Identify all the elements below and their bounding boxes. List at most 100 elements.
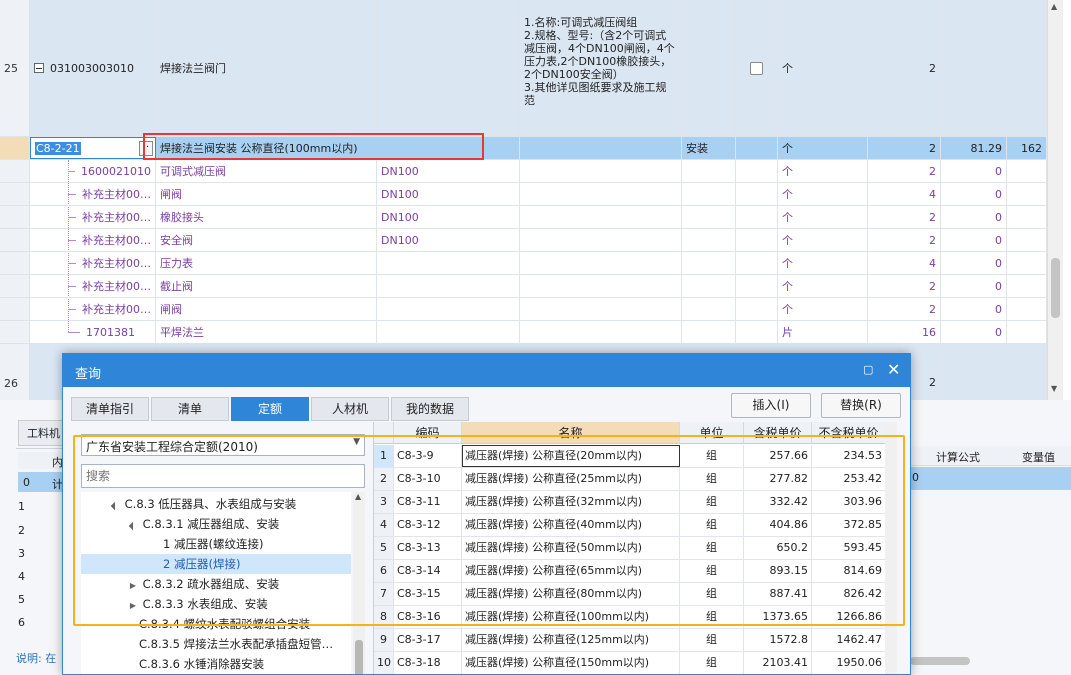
material-unit: 个 (778, 298, 868, 320)
item-code-cell[interactable]: 031003003010 (30, 0, 156, 136)
quota-total: 162 (1007, 137, 1047, 159)
material-name[interactable]: 压力表 (156, 252, 377, 274)
variable-header: 变量值 (1022, 451, 1055, 464)
tab-my-data[interactable]: 我的数据 (391, 397, 469, 421)
formula-value: 0 (912, 471, 919, 484)
row-number: 25 (0, 0, 30, 136)
material-value: 0 (941, 252, 1007, 274)
material-row[interactable]: 补充主材00… 压力表 个 4 0 (0, 252, 1047, 275)
item-checkbox[interactable] (750, 61, 763, 75)
material-code: 补充主材00… (82, 234, 151, 247)
material-spec[interactable]: DN100 (377, 229, 520, 251)
dialog-title-bar[interactable]: 查询 ▢ ✕ (63, 354, 910, 387)
horizontal-scrollbar[interactable] (910, 657, 970, 665)
quota-code-cell[interactable]: C8-2-21 ·· (30, 137, 156, 159)
tree-node[interactable]: C.8.3.5 焊接法兰水表配承插盘短管… (81, 634, 351, 654)
scroll-down-icon[interactable]: ▼ (1051, 384, 1057, 393)
tab-bill-guide[interactable]: 清单指引 (71, 397, 149, 421)
material-value: 0 (941, 321, 1007, 343)
material-row[interactable]: 补充主材00… 闸阀 个 2 0 (0, 298, 1047, 321)
insert-button[interactable]: 插入(I) (731, 393, 811, 418)
material-row[interactable]: 补充主材00… 截止阀 个 2 0 (0, 275, 1047, 298)
material-qty: 2 (868, 160, 941, 182)
table-row[interactable]: 10 C8-3-18 减压器(焊接) 公称直径(150mm以内) 组 2103.… (374, 652, 885, 674)
material-qty: 2 (868, 298, 941, 320)
material-value: 0 (941, 206, 1007, 228)
table-row[interactable]: 9 C8-3-17 减压器(焊接) 公称直径(125mm以内) 组 1572.8… (374, 629, 885, 652)
tab-labor-material[interactable]: 人材机 (311, 397, 389, 421)
material-spec[interactable]: DN100 (377, 160, 520, 182)
item-qty: 2 (868, 0, 941, 136)
material-qty: 2 (868, 206, 941, 228)
formula-header: 计算公式 (936, 451, 980, 464)
material-spec[interactable] (377, 298, 520, 320)
tab-bill[interactable]: 清单 (151, 397, 229, 421)
material-row[interactable]: 1600021010 可调式减压阀 DN100 个 2 0 (0, 160, 1047, 183)
material-name[interactable]: 闸阀 (156, 183, 377, 205)
material-code: 1701381 (86, 325, 135, 339)
highlight-box-orange (73, 435, 905, 626)
material-code: 补充主材00… (82, 211, 151, 224)
material-value: 0 (941, 160, 1007, 182)
material-code: 补充主材00… (82, 188, 151, 201)
close-icon[interactable]: ✕ (887, 360, 900, 379)
material-code: 补充主材00… (82, 280, 151, 293)
material-spec[interactable]: DN100 (377, 206, 520, 228)
dialog-title: 查询 (75, 367, 102, 382)
item-code: 031003003010 (50, 61, 134, 75)
quota-code[interactable]: C8-2-21 (35, 141, 81, 155)
material-unit: 个 (778, 275, 868, 297)
tab-quota[interactable]: 定额 (231, 397, 309, 421)
replace-button[interactable]: 替换(R) (821, 393, 901, 418)
material-qty: 2 (868, 275, 941, 297)
material-unit: 个 (778, 206, 868, 228)
material-qty: 16 (868, 321, 941, 343)
quota-qty: 2 (868, 137, 941, 159)
material-row[interactable]: 补充主材00… 橡胶接头 DN100 个 2 0 (0, 206, 1047, 229)
material-value: 0 (941, 229, 1007, 251)
material-unit: 个 (778, 160, 868, 182)
item-description[interactable]: 1.名称:可调式减压阀组 2.规格、型号:（含2个可调式减压阀，4个DN100闸… (520, 0, 682, 136)
material-row[interactable]: 补充主材00… 安全阀 DN100 个 2 0 (0, 229, 1047, 252)
material-spec[interactable] (377, 275, 520, 297)
background-grid: 25 031003003010 焊接法兰阀门 1.名称:可调式减压阀组 2.规格… (0, 0, 1047, 400)
material-name[interactable]: 橡胶接头 (156, 206, 377, 228)
row-number: 26 (0, 344, 30, 400)
explain-text: 说明: 在 (16, 652, 57, 665)
material-unit: 个 (778, 252, 868, 274)
material-value: 0 (941, 275, 1007, 297)
collapse-icon[interactable] (34, 63, 44, 73)
material-code: 补充主材00… (82, 257, 151, 270)
material-qty: 4 (868, 183, 941, 205)
scrollbar-thumb[interactable] (355, 640, 363, 674)
material-spec[interactable] (377, 321, 520, 343)
quota-price: 81.29 (941, 137, 1007, 159)
table-row[interactable]: 25 031003003010 焊接法兰阀门 1.名称:可调式减压阀组 2.规格… (0, 0, 1047, 137)
maximize-icon[interactable]: ▢ (863, 363, 875, 376)
material-name[interactable]: 平焊法兰 (156, 321, 377, 343)
material-unit: 片 (778, 321, 868, 343)
scrollbar-thumb[interactable] (1051, 258, 1060, 318)
vertical-scrollbar[interactable]: ▲ ▼ (1047, 0, 1063, 400)
quota-type: 安装 (682, 137, 736, 159)
material-row[interactable]: 1701381 平焊法兰 片 16 0 (0, 321, 1047, 344)
material-value: 0 (941, 183, 1007, 205)
item-checkbox-cell[interactable] (736, 0, 778, 136)
scroll-up-icon[interactable]: ▲ (1051, 2, 1057, 11)
material-qty: 2 (868, 229, 941, 251)
material-name[interactable]: 安全阀 (156, 229, 377, 251)
item-spec[interactable] (377, 0, 520, 136)
item-type (682, 0, 736, 136)
material-spec[interactable]: DN100 (377, 183, 520, 205)
material-code: 补充主材00… (82, 303, 151, 316)
material-row[interactable]: 补充主材00… 闸阀 DN100 个 4 0 (0, 183, 1047, 206)
item-name[interactable]: 焊接法兰阀门 (156, 0, 377, 136)
material-name[interactable]: 闸阀 (156, 298, 377, 320)
item-unit: 个 (778, 0, 868, 136)
tree-node[interactable]: C.8.3.6 水锤消除器安装 (81, 654, 351, 674)
material-name[interactable]: 可调式减压阀 (156, 160, 377, 182)
material-name[interactable]: 截止阀 (156, 275, 377, 297)
material-qty: 4 (868, 252, 941, 274)
material-spec[interactable] (377, 252, 520, 274)
highlight-box-red (143, 133, 484, 160)
